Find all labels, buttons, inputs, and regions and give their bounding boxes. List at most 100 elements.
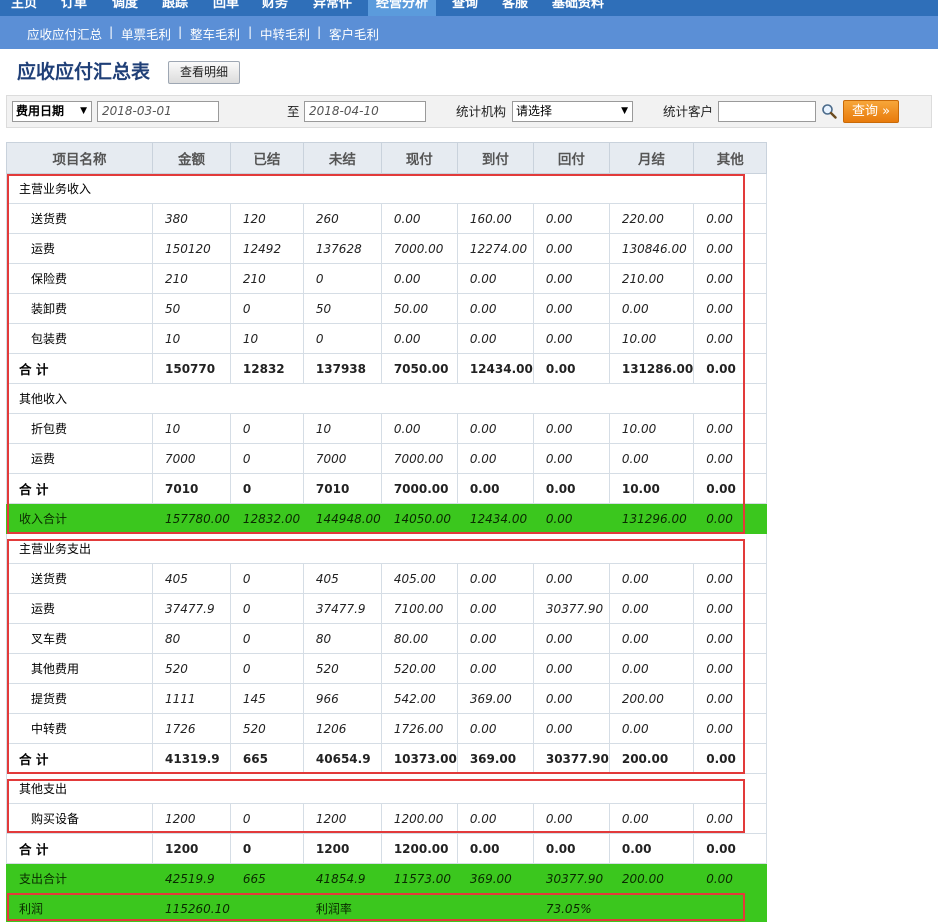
value-cell: 260 xyxy=(302,203,382,234)
subnav-item[interactable]: 整车毛利 xyxy=(190,24,240,43)
org-select[interactable]: 请选择 ▼ xyxy=(512,101,633,122)
view-detail-button[interactable]: 查看明细 xyxy=(168,61,240,84)
value-cell: 0.00 xyxy=(532,623,610,654)
filter-bar: 费用日期 ▼ 2018-03-01 至 2018-04-10 统计机构 请选择 … xyxy=(6,95,932,128)
column-header: 现付 xyxy=(380,142,458,174)
nav-item[interactable]: 基础资料 xyxy=(552,0,604,16)
value-cell: 0.00 xyxy=(693,713,768,744)
row-name-cell: 送货费 xyxy=(6,563,153,594)
value-cell: 0.00 xyxy=(693,233,768,264)
query-button[interactable]: 查询 » xyxy=(843,100,899,123)
value-cell: 1200.00 xyxy=(380,833,458,864)
nav-item[interactable]: 调度 xyxy=(112,0,138,16)
nav-item[interactable]: 客服 xyxy=(502,0,528,16)
value-cell: 520 xyxy=(302,653,382,684)
value-cell: 0.00 xyxy=(532,293,610,324)
nav-item[interactable]: 查询 xyxy=(452,0,478,16)
row-name-cell: 装卸费 xyxy=(6,293,153,324)
value-cell: 210 xyxy=(229,263,304,294)
subnav-separator: | xyxy=(248,24,253,39)
value-cell: 0.00 xyxy=(380,413,458,444)
value-cell: 0.00 xyxy=(693,683,768,714)
value-cell: 7050.00 xyxy=(380,353,458,384)
value-cell: 7000.00 xyxy=(380,473,458,504)
nav-item[interactable]: 订单 xyxy=(61,0,87,16)
row-name-cell: 其他收入 xyxy=(5,383,768,414)
row-name-cell: 运费 xyxy=(6,593,153,624)
table-row: 叉车费 80 0 80 80.00 0.00 0.00 0.00 0.00 xyxy=(6,623,768,654)
value-cell: 0.00 xyxy=(456,443,534,474)
nav-item[interactable]: 跟踪 xyxy=(162,0,188,16)
value-cell: 120 xyxy=(229,203,304,234)
value-cell: 7100.00 xyxy=(380,593,458,624)
value-cell: 0.00 xyxy=(693,443,768,474)
value-cell: 0 xyxy=(302,263,382,294)
value-cell: 520.00 xyxy=(380,653,458,684)
value-cell: 0 xyxy=(302,323,382,354)
value-cell: 0.00 xyxy=(693,653,768,684)
value-cell: 37477.9 xyxy=(302,593,382,624)
value-cell: 157780.00 xyxy=(152,503,231,534)
subtotal-row: 合 计 7010 0 7010 7000.00 0.00 0.00 10.00 0.00 xyxy=(6,473,768,504)
value-cell: 0 xyxy=(229,623,304,654)
row-name-cell: 合 计 xyxy=(6,353,153,384)
value-cell: 14050.00 xyxy=(380,503,458,534)
value-cell: 665 xyxy=(229,743,304,774)
value-cell: 80 xyxy=(302,623,382,654)
subnav-item[interactable]: 中转毛利 xyxy=(260,24,310,43)
value-cell: 1726 xyxy=(152,713,231,744)
value-cell: 30377.90 xyxy=(532,863,610,894)
value-cell: 0.00 xyxy=(608,803,695,834)
nav-item[interactable]: 回单 xyxy=(213,0,239,16)
value-cell: 0.00 xyxy=(693,323,768,354)
value-cell: 1200.00 xyxy=(380,803,458,834)
value-cell: 12434.00 xyxy=(456,353,534,384)
value-cell: 0.00 xyxy=(693,743,768,774)
search-icon[interactable] xyxy=(821,103,837,119)
nav-item[interactable]: 主页 xyxy=(11,0,37,16)
value-cell: 0.00 xyxy=(532,473,610,504)
value-cell: 0 xyxy=(229,833,304,864)
value-cell: 1206 xyxy=(302,713,382,744)
value-cell: 0.00 xyxy=(608,563,695,594)
value-cell: 0.00 xyxy=(693,353,768,384)
value-cell: 0.00 xyxy=(532,833,610,864)
table-row: 装卸费 50 0 50 50.00 0.00 0.00 0.00 0.00 xyxy=(6,293,768,324)
value-cell: 0.00 xyxy=(456,593,534,624)
nav-item[interactable]: 财务 xyxy=(262,0,288,16)
row-name-cell: 叉车费 xyxy=(6,623,153,654)
row-name-cell: 合 计 xyxy=(6,473,153,504)
column-header: 已结 xyxy=(229,142,304,174)
value-cell: 0 xyxy=(229,473,304,504)
value-cell: 0.00 xyxy=(532,413,610,444)
value-cell: 144948.00 xyxy=(302,503,382,534)
value-cell: 0.00 xyxy=(532,443,610,474)
date-from-input[interactable]: 2018-03-01 xyxy=(97,101,219,122)
value-cell: 30377.90 xyxy=(532,593,610,624)
nav-item[interactable]: 异常件 xyxy=(313,0,352,16)
column-header: 月结 xyxy=(608,142,695,174)
subnav-item[interactable]: 单票毛利 xyxy=(121,24,171,43)
date-type-select[interactable]: 费用日期 ▼ xyxy=(12,101,92,122)
value-cell: 520 xyxy=(229,713,304,744)
value-cell: 1200 xyxy=(302,803,382,834)
value-cell: 0.00 xyxy=(608,653,695,684)
table-row: 购买设备 1200 0 1200 1200.00 0.00 0.00 0.00 0.00 xyxy=(6,803,768,834)
value-cell: 160.00 xyxy=(456,203,534,234)
value-cell: 0.00 xyxy=(532,233,610,264)
value-cell: 0.00 xyxy=(608,623,695,654)
value-cell: 7000 xyxy=(152,443,231,474)
value-cell: 10 xyxy=(302,413,382,444)
value-cell: 0.00 xyxy=(608,443,695,474)
table-row: 中转费 1726 520 1206 1726.00 0.00 0.00 0.00 0.00 xyxy=(6,713,768,744)
customer-input[interactable] xyxy=(718,101,816,122)
subnav-item[interactable]: 应收应付汇总 xyxy=(27,24,102,43)
value-cell: 131286.00 xyxy=(608,353,695,384)
date-to-input[interactable]: 2018-04-10 xyxy=(304,101,426,122)
value-cell: 0.00 xyxy=(380,203,458,234)
profit-rate-label: 利润率 xyxy=(302,893,534,922)
total-row: 收入合计 157780.00 12832.00 144948.00 14050.00 12… xyxy=(6,503,768,534)
value-cell: 966 xyxy=(302,683,382,714)
nav-item[interactable]: 经营分析 xyxy=(368,0,437,16)
subnav-item[interactable]: 客户毛利 xyxy=(329,24,379,43)
